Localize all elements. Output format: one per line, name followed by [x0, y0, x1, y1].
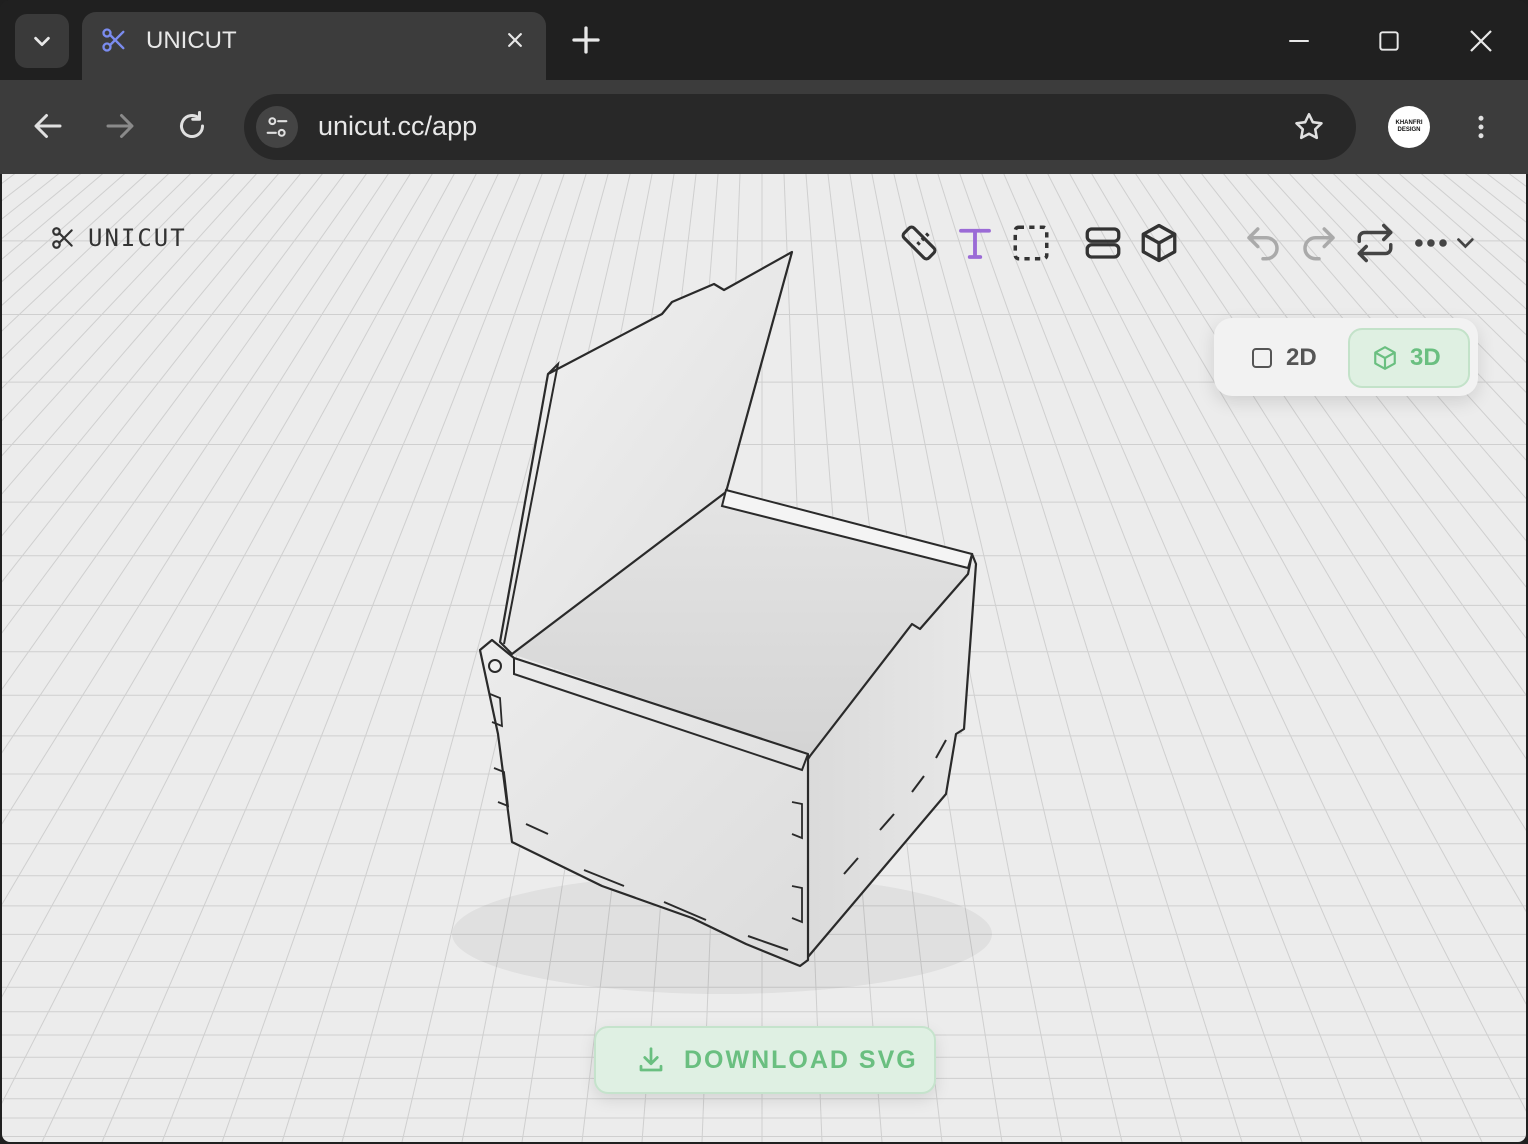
- url-text[interactable]: unicut.cc/app: [318, 111, 477, 142]
- download-label: DOWNLOAD SVG: [684, 1045, 918, 1074]
- select-icon[interactable]: [1010, 222, 1052, 264]
- download-svg-button[interactable]: DOWNLOAD SVG: [594, 1026, 936, 1094]
- back-arrow-icon[interactable]: [30, 108, 66, 144]
- kebab-menu-icon[interactable]: [1466, 110, 1496, 144]
- scissors-icon: [52, 227, 73, 249]
- profile-text-line2: DESIGN: [1397, 127, 1421, 133]
- tab-search-button[interactable]: [15, 14, 69, 68]
- tab-strip: UNICUT: [0, 0, 1528, 82]
- close-icon: [508, 33, 522, 47]
- cube-icon[interactable]: [1138, 222, 1180, 264]
- text-icon[interactable]: [954, 222, 996, 264]
- download-icon: [639, 1047, 663, 1072]
- repeat-icon[interactable]: [1354, 222, 1396, 264]
- redo-icon[interactable]: [1298, 222, 1340, 264]
- maximize-icon[interactable]: [1376, 28, 1402, 54]
- window-close-icon[interactable]: [1466, 26, 1496, 56]
- ruler-icon[interactable]: [898, 222, 940, 264]
- app-logo: UNICUT: [50, 224, 187, 252]
- star-icon[interactable]: [1292, 110, 1326, 144]
- cube-icon: [1374, 346, 1396, 370]
- tune-icon: [266, 117, 288, 137]
- reload-icon[interactable]: [174, 108, 210, 144]
- tab-title: UNICUT: [146, 27, 237, 54]
- app-viewport[interactable]: UNICUT 2D 3D DOWNLOAD SVG: [2, 174, 1526, 1142]
- site-info-button[interactable]: [256, 106, 298, 148]
- active-tab[interactable]: UNICUT: [82, 12, 546, 82]
- view-mode-toggle: 2D 3D: [1214, 318, 1478, 396]
- browser-window: UNICUT unicut.cc/app KHANFRI DESIGN UNIC…: [0, 0, 1528, 1144]
- browser-toolbar: unicut.cc/app KHANFRI DESIGN: [0, 80, 1528, 174]
- view-3d-label: 3D: [1410, 344, 1441, 371]
- profile-text-line1: KHANFRI: [1395, 120, 1423, 126]
- view-2d-button[interactable]: 2D: [1228, 330, 1346, 386]
- undo-icon[interactable]: [1242, 222, 1284, 264]
- view-3d-button[interactable]: 3D: [1348, 328, 1470, 388]
- scissors-icon: [102, 28, 125, 52]
- new-tab-button[interactable]: [568, 22, 604, 58]
- address-bar[interactable]: unicut.cc/app: [244, 94, 1356, 160]
- logo-text: UNICUT: [88, 224, 187, 252]
- more-icon[interactable]: [1412, 222, 1474, 264]
- chevron-down-icon: [34, 36, 50, 47]
- minimize-icon[interactable]: [1286, 28, 1312, 54]
- profile-avatar[interactable]: KHANFRI DESIGN: [1388, 106, 1430, 148]
- square-icon: [1252, 348, 1272, 368]
- forward-arrow-icon[interactable]: [102, 108, 138, 144]
- layers-icon[interactable]: [1082, 222, 1124, 264]
- view-2d-label: 2D: [1286, 344, 1317, 371]
- tab-close-button[interactable]: [500, 25, 530, 55]
